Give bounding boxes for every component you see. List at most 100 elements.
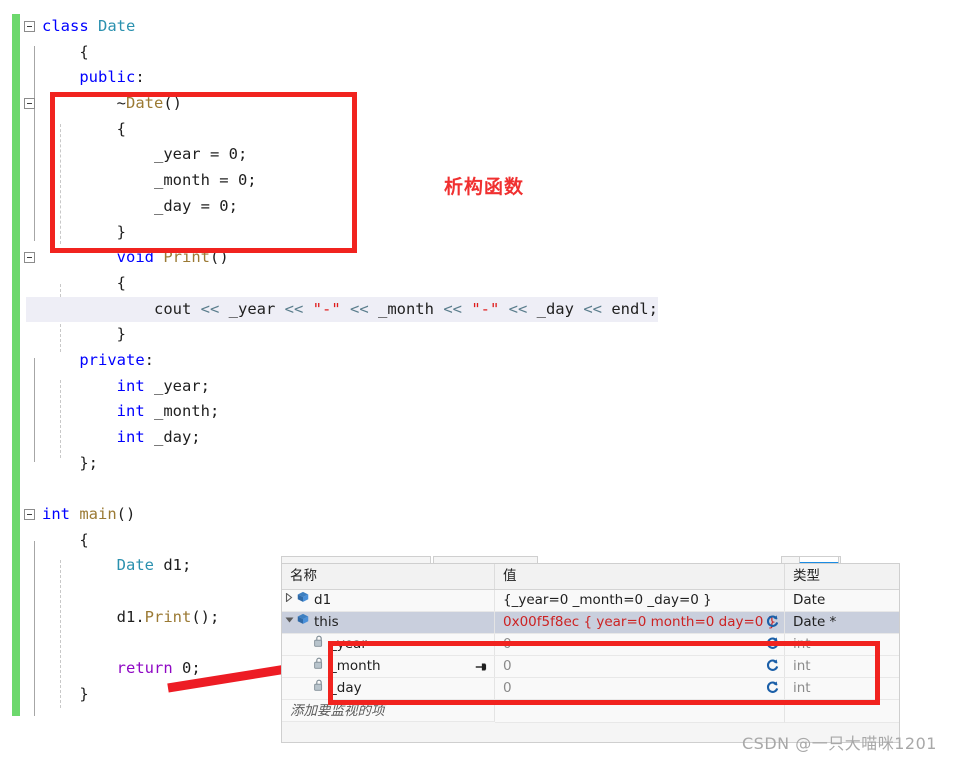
refresh-icon[interactable] <box>765 658 780 675</box>
watch-row-name-cell[interactable]: _month <box>282 656 495 677</box>
column-header-type[interactable]: 类型 <box>785 564 899 589</box>
watch-row[interactable]: _year 0 int <box>282 634 899 656</box>
column-header-value[interactable]: 值 <box>495 564 785 589</box>
watch-window[interactable]: 名称 值 类型 d1 {_year=0 _month=0 _day=0 } Date… <box>281 563 900 743</box>
code-token: main <box>79 505 117 524</box>
code-line[interactable]: } <box>26 322 658 348</box>
code-line[interactable]: _day = 0; <box>26 194 658 220</box>
code-token: { <box>116 119 126 138</box>
watch-row-name: _month <box>330 658 381 674</box>
code-line[interactable]: int _day; <box>26 425 658 451</box>
code-token: _month <box>377 299 444 318</box>
code-line[interactable]: public: <box>26 65 658 91</box>
code-line[interactable]: void Print() <box>24 245 658 271</box>
code-line[interactable]: cout << _year << "-" << _month << "-" <<… <box>26 296 658 323</box>
code-line[interactable]: private: <box>26 348 658 374</box>
refresh-icon[interactable] <box>765 680 780 697</box>
code-line[interactable]: { <box>26 271 658 297</box>
code-token: _year = 0; <box>153 145 248 164</box>
code-line[interactable]: } <box>26 220 658 246</box>
code-token: _day <box>536 299 584 318</box>
code-token: "-" <box>471 299 509 318</box>
code-token: cout <box>153 299 201 318</box>
code-token: Date <box>116 556 154 575</box>
code-line[interactable]: int _year; <box>26 374 658 400</box>
chevron-down-icon[interactable] <box>282 612 296 633</box>
code-line[interactable]: ~Date() <box>24 91 658 117</box>
object-icon <box>296 612 314 633</box>
code-line[interactable]: { <box>26 528 658 554</box>
code-token: << <box>349 299 378 318</box>
watch-row-name-cell[interactable]: _day <box>282 678 495 699</box>
code-line[interactable]: { <box>26 40 658 66</box>
watch-add-row[interactable]: 添加要监视的项 <box>282 700 899 723</box>
pin-icon[interactable] <box>474 659 488 673</box>
watch-row[interactable]: _month 0 int <box>282 656 899 678</box>
code-line[interactable]: class Date <box>24 14 658 40</box>
code-token: } <box>116 325 126 344</box>
watch-row[interactable]: _day 0 int <box>282 678 899 700</box>
code-line[interactable]: { <box>26 117 658 143</box>
code-line[interactable]: }; <box>26 451 658 477</box>
watch-row-name: _year <box>330 636 367 652</box>
watch-row-value[interactable]: 0 <box>495 634 785 655</box>
watch-row[interactable]: d1 {_year=0 _month=0 _day=0 } Date <box>282 590 899 612</box>
code-token: private <box>79 350 145 369</box>
fold-collapse-icon[interactable] <box>24 509 35 521</box>
fold-collapse-icon[interactable] <box>24 98 35 110</box>
watch-row-value[interactable]: {_year=0 _month=0 _day=0 } <box>495 590 785 611</box>
field-icon <box>312 634 330 655</box>
watch-rows-container[interactable]: d1 {_year=0 _month=0 _day=0 } Date this 0x00… <box>282 590 899 700</box>
refresh-icon[interactable] <box>765 636 780 653</box>
code-line[interactable]: int _month; <box>26 399 658 425</box>
watch-row-name-cell[interactable]: _year <box>282 634 495 655</box>
field-icon <box>312 678 330 699</box>
code-token: public <box>79 68 136 87</box>
code-token: () <box>163 94 182 113</box>
code-token: Print <box>163 248 210 267</box>
code-line[interactable]: _year = 0; <box>26 142 658 168</box>
code-line[interactable] <box>26 476 658 502</box>
code-token: int <box>116 402 154 421</box>
csdn-watermark: CSDN @一只大喵咪1201 <box>742 734 937 753</box>
watch-row-value[interactable]: 0 <box>495 656 785 677</box>
code-token: _day; <box>153 428 201 446</box>
add-watch-item-placeholder[interactable]: 添加要监视的项 <box>282 700 495 722</box>
field-icon <box>312 656 330 677</box>
code-token: _month; <box>153 402 220 421</box>
code-token: << <box>583 299 612 318</box>
fold-collapse-icon[interactable] <box>24 21 35 32</box>
code-token: () <box>210 248 229 267</box>
code-line[interactable]: _month = 0; <box>26 168 658 194</box>
code-line[interactable]: int main() <box>24 502 658 528</box>
watch-row-value[interactable]: 0 <box>495 678 785 699</box>
refresh-icon[interactable] <box>765 614 780 631</box>
watch-row-value[interactable]: 0x00f5f8ec { year=0 month=0 day=0 } <box>495 612 785 633</box>
code-token: : <box>135 68 145 87</box>
change-indicator-bar <box>12 14 20 716</box>
column-header-name[interactable]: 名称 <box>282 564 495 589</box>
fold-collapse-icon[interactable] <box>24 252 35 264</box>
watch-row-type: int <box>793 636 811 652</box>
code-token: endl; <box>611 299 658 318</box>
chevron-right-icon[interactable] <box>282 590 296 611</box>
watch-row-name: d1 <box>314 592 332 608</box>
watch-row-name-cell[interactable]: d1 <box>282 590 495 611</box>
watch-row-name-cell[interactable]: this <box>282 612 495 633</box>
watch-row[interactable]: this 0x00f5f8ec { year=0 month=0 day=0 } D… <box>282 612 899 634</box>
watch-column-headers: 名称 值 类型 <box>282 564 899 590</box>
watch-row-type: Date <box>793 592 826 608</box>
code-token: d1; <box>153 556 192 575</box>
code-token: "-" <box>312 299 350 318</box>
